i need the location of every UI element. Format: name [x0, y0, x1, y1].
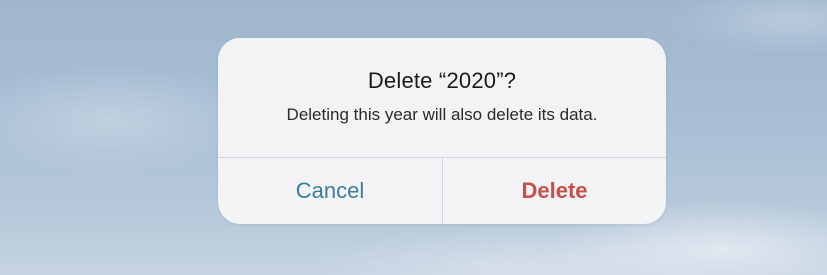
delete-confirmation-dialog: Delete “2020”? Deleting this year will a…	[218, 38, 666, 224]
delete-button[interactable]: Delete	[443, 158, 666, 224]
cancel-button[interactable]: Cancel	[218, 158, 442, 224]
dialog-content: Delete “2020”? Deleting this year will a…	[218, 38, 666, 157]
dialog-message: Deleting this year will also delete its …	[286, 105, 598, 124]
dialog-title: Delete “2020”?	[367, 68, 517, 93]
